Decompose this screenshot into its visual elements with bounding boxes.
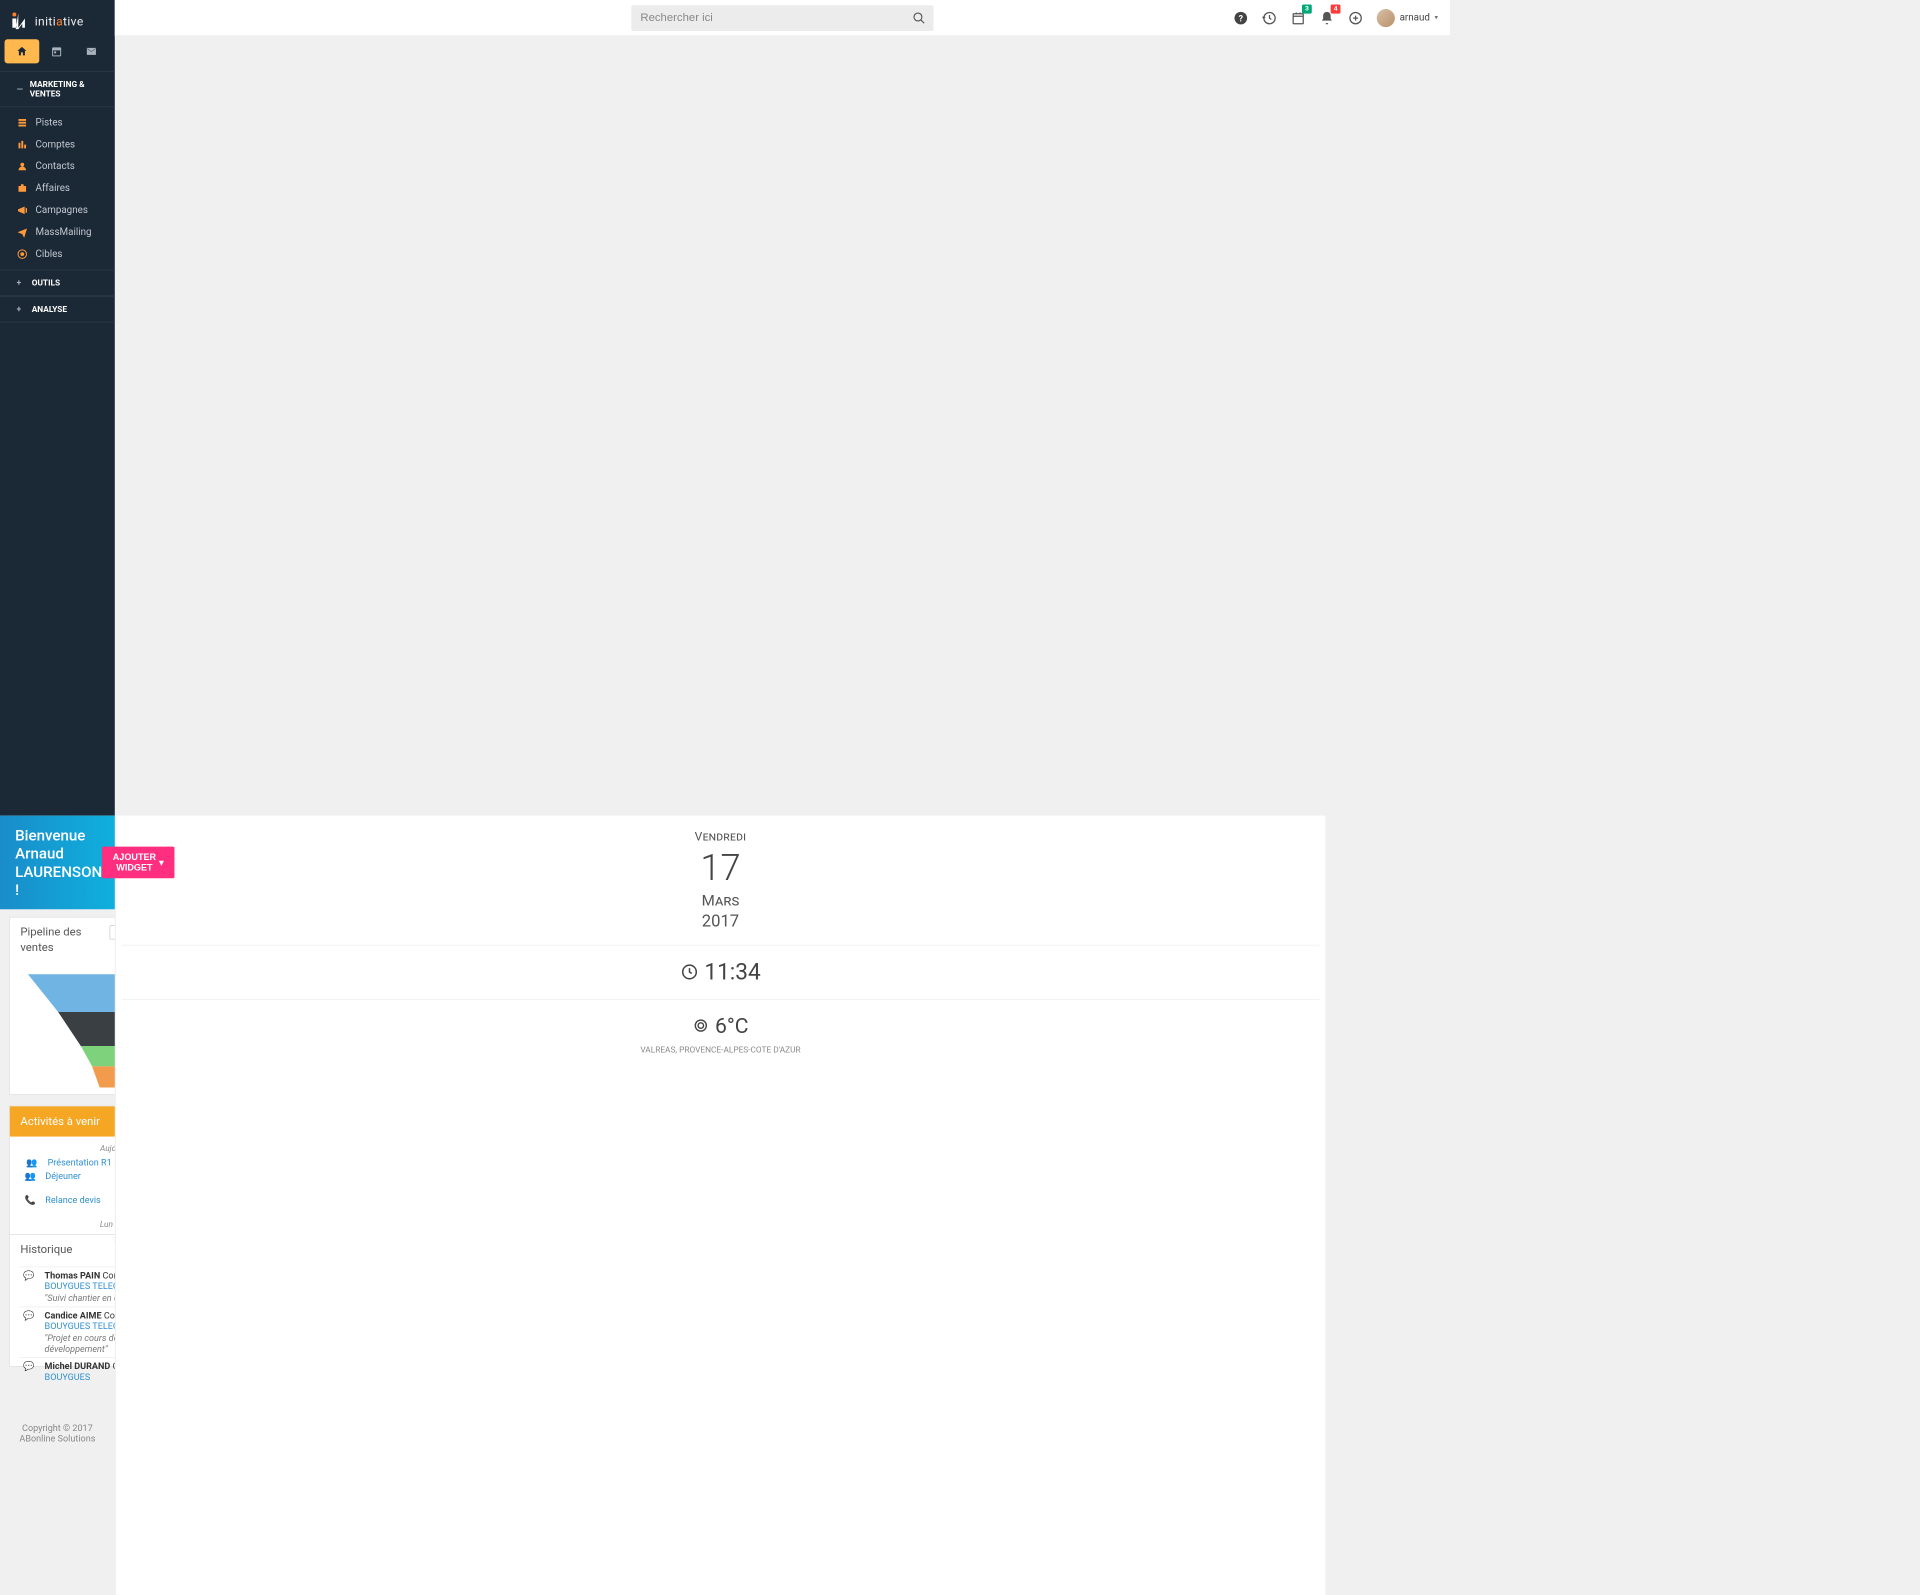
people-icon: 👥	[25, 1157, 39, 1168]
date-day-name: Vendredi	[122, 829, 1320, 843]
temperature: 6°C	[122, 1013, 1320, 1038]
history-icon[interactable]	[1262, 10, 1277, 25]
hist-row: 💬 Michel DURAND Commenté sur BOUYGUES 29…	[19, 1357, 115, 1385]
date-month: Mars	[122, 891, 1320, 909]
sidebar-item-cibles[interactable]: Cibles	[0, 243, 115, 265]
nav-home-icon[interactable]	[5, 39, 40, 63]
hist-row: 💬 Candice AIME Commenté sur BOUYGUES TEL…	[19, 1306, 115, 1357]
comment-icon: 💬	[23, 1310, 37, 1354]
add-widget-button[interactable]: AJOUTER WIDGET▾	[102, 847, 174, 879]
sidebar-section-marketing[interactable]: —MARKETING & VENTES	[0, 71, 115, 107]
sidebar-item-affaires[interactable]: Affaires	[0, 177, 115, 199]
people-icon: 👥	[25, 1171, 36, 1182]
widget-title: Activités à venir	[20, 1115, 100, 1129]
nav-mail-icon[interactable]	[74, 39, 109, 63]
nav-calendar-icon[interactable]	[39, 39, 74, 63]
user-menu[interactable]: arnaud ▾	[1377, 9, 1438, 27]
weather-icon	[692, 1017, 709, 1034]
location: VALREAS, PROVENCE-ALPES-COTE D'AZUR	[122, 1044, 1320, 1056]
bell-badge: 4	[1331, 4, 1341, 13]
widget-title: Historique	[20, 1242, 72, 1257]
sidebar-section-outils[interactable]: +OUTILS	[0, 270, 115, 296]
sidebar-item-campagnes[interactable]: Campagnes	[0, 199, 115, 221]
hist-row: 💬 Thomas PAIN Commenté sur BOUYGUES TELE…	[19, 1266, 115, 1306]
sidebar-section-analyse[interactable]: +ANALYSE	[0, 296, 115, 322]
welcome-title: Bienvenue Arnaud LAURENSON !	[15, 826, 102, 898]
widget-pipeline: Pipeline des ventes les miens▼ ⋮ ≡	[9, 917, 115, 1095]
sidebar-item-massmailing[interactable]: MassMailing	[0, 221, 115, 243]
pipeline-filter[interactable]: les miens▼	[110, 925, 115, 939]
phone-icon: 📞	[25, 1195, 36, 1206]
app-logo: initiative	[0, 0, 115, 39]
calendar-badge: 3	[1302, 4, 1312, 13]
widget-title: Pipeline des ventes	[20, 925, 96, 954]
activity-link[interactable]: Relance devis	[45, 1195, 115, 1206]
search-input[interactable]	[631, 5, 933, 31]
date-year: 2017	[122, 912, 1320, 931]
avatar	[1377, 9, 1395, 27]
clock: 11:34	[122, 959, 1320, 985]
widget-historique: Historique Commentaires ⋮ 💬 Thomas PAIN …	[9, 1234, 115, 1367]
clock-icon	[680, 963, 698, 981]
date-day-num: 17	[122, 848, 1320, 888]
svg-text:?: ?	[1239, 14, 1244, 24]
activity-link[interactable]: Déjeuner	[45, 1171, 115, 1182]
logo-icon	[9, 11, 30, 32]
comment-icon: 💬	[23, 1270, 37, 1303]
activity-link[interactable]: Présentation R1	[48, 1157, 115, 1168]
sidebar-item-pistes[interactable]: Pistes	[0, 112, 115, 134]
search-icon[interactable]	[912, 11, 926, 25]
calendar-alert-icon[interactable]: 3	[1291, 10, 1306, 25]
comment-icon: 💬	[23, 1361, 37, 1382]
help-icon[interactable]: ?	[1233, 10, 1248, 25]
bell-icon[interactable]: 4	[1320, 10, 1335, 25]
sidebar-item-contacts[interactable]: Contacts	[0, 156, 115, 178]
sidebar-item-comptes[interactable]: Comptes	[0, 134, 115, 156]
username: arnaud	[1400, 12, 1430, 23]
chevron-down-icon: ▾	[1434, 14, 1437, 22]
footer: Copyright © 2017 ABonline Solutions	[9, 1415, 106, 1448]
add-icon[interactable]	[1348, 10, 1363, 25]
